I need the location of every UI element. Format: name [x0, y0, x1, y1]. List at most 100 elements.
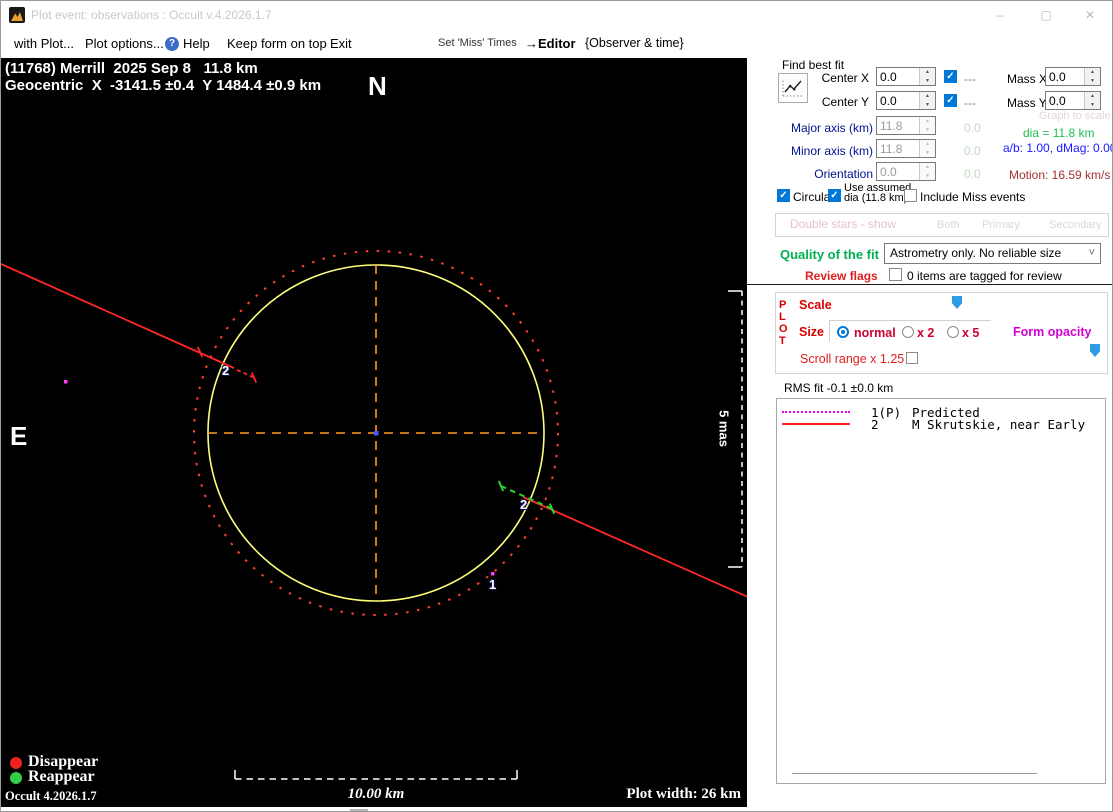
size-panel-border-left — [829, 320, 830, 342]
up-arrow-icon: ▲ — [920, 163, 935, 172]
menu-bar: with Plot... Plot options... ? Help Keep… — [1, 29, 747, 59]
double-stars-primary: Primary — [982, 219, 1020, 231]
quality-label: Quality of the fit — [780, 247, 879, 262]
center-x-spinner[interactable]: ▲▼ — [919, 68, 935, 85]
plot-area[interactable]: (11768) Merrill 2025 Sep 8 11.8 km Geoce… — [1, 58, 747, 807]
reappear-dot-icon — [10, 772, 22, 784]
up-arrow-icon: ▲ — [920, 92, 935, 101]
menu-editor[interactable]: →Editor — [525, 29, 576, 58]
occult-plot-window: Plot event: observations : Occult v.4.20… — [0, 0, 1113, 812]
orientation-ghost: 0.0 — [964, 167, 981, 181]
center-y-input[interactable]: 0.0 ▲▼ — [876, 91, 936, 110]
down-arrow-icon: ▼ — [1085, 77, 1100, 86]
km-scale-label: 10.00 km — [341, 786, 411, 803]
up-arrow-icon: ▲ — [1085, 92, 1100, 101]
occult-version: Occult 4.2026.1.7 — [5, 789, 97, 804]
size-x2-label: x 2 — [917, 326, 934, 340]
center-y-dash: --- — [964, 96, 976, 110]
minimize-button[interactable]: – — [977, 1, 1023, 29]
listbox-bottom-line — [792, 773, 1037, 774]
review-flags-label: Review flags — [805, 269, 878, 283]
plot-horizontal-scrollbar[interactable] — [1, 807, 747, 812]
dia-label: dia = 11.8 km — [1023, 126, 1094, 140]
down-arrow-icon: ▼ — [920, 77, 935, 86]
menu-observer-time[interactable]: {Observer & time} — [585, 29, 684, 58]
menu-keep-on-top[interactable]: Keep form on top — [227, 29, 327, 58]
mass-x-input[interactable]: 0.0 ▲▼ — [1045, 67, 1101, 86]
use-assumed-label: Use assumeddia (11.8 km) — [844, 183, 911, 203]
center-y-checkbox[interactable]: ✓ — [944, 94, 957, 107]
include-miss-checkbox[interactable] — [904, 189, 917, 202]
orientation-label: Orientation — [783, 167, 873, 181]
include-miss-label: Include Miss events — [920, 190, 1025, 204]
down-arrow-icon: ▼ — [1085, 101, 1100, 110]
double-stars-both: Both — [937, 219, 960, 231]
double-stars-secondary: Secondary — [1049, 219, 1102, 231]
mass-y-spinner[interactable]: ▲▼ — [1084, 92, 1100, 109]
double-stars-label: Double stars - show — [790, 217, 896, 231]
center-marker — [374, 431, 379, 436]
size-x2-radio[interactable] — [902, 326, 914, 338]
minor-axis-input: 11.8 ▲▼ — [876, 139, 936, 158]
scale-label: Scale — [799, 298, 832, 312]
event-row-num[interactable]: 2 — [871, 417, 879, 432]
mountain-icon — [11, 12, 23, 21]
help-icon[interactable]: ? — [165, 37, 179, 51]
motion-label: Motion: 16.59 km/s — [1009, 168, 1110, 182]
chevron-down-icon: ˅ — [1089, 244, 1095, 263]
center-y-label: Center Y — [801, 95, 869, 109]
review-flags-text: 0 items are tagged for review — [907, 269, 1062, 283]
circular-checkbox[interactable]: ✓ — [777, 189, 790, 202]
event-row-name[interactable]: M Skrutskie, near Early — [912, 417, 1085, 432]
major-axis-ghost: 0.0 — [964, 121, 981, 135]
scroll-range-checkbox[interactable] — [906, 352, 918, 364]
down-arrow-icon: ▼ — [920, 101, 935, 110]
mass-x-spinner[interactable]: ▲▼ — [1084, 68, 1100, 85]
center-x-label: Center X — [801, 71, 869, 85]
events-listbox[interactable]: 1(P) Predicted 2 M Skrutskie, near Early — [776, 398, 1106, 784]
size-normal-radio[interactable] — [837, 326, 849, 338]
chord2-label-disappear: 2 — [222, 363, 229, 378]
up-arrow-icon: ▲ — [1085, 68, 1100, 77]
close-button[interactable]: ✕ — [1067, 1, 1113, 29]
minor-axis-ghost: 0.0 — [964, 144, 981, 158]
size-x5-label: x 5 — [962, 326, 979, 340]
menu-help[interactable]: Help — [183, 29, 210, 58]
size-x5-radio[interactable] — [947, 326, 959, 338]
center-x-input[interactable]: 0.0 ▲▼ — [876, 67, 936, 86]
menu-set-miss-times[interactable]: Set 'Miss' Times — [438, 29, 517, 58]
mass-y-input[interactable]: 0.0 ▲▼ — [1045, 91, 1101, 110]
menu-exit[interactable]: Exit — [330, 29, 352, 58]
plot-geocentric: Geocentric X -3141.5 ±0.4 Y 1484.4 ±0.9 … — [5, 77, 321, 94]
chord2-path-left — [1, 264, 234, 368]
mas-scale-label: 5 mas — [717, 407, 732, 451]
quality-dropdown[interactable]: Astrometry only. No reliable size ˅ — [884, 243, 1101, 264]
size-panel-border-top — [829, 320, 991, 321]
down-arrow-icon: ▼ — [920, 126, 935, 135]
app-icon — [9, 7, 25, 23]
menu-with-plot[interactable]: with Plot... — [14, 29, 74, 58]
menu-plot-options[interactable]: Plot options... — [85, 29, 164, 58]
window-title: Plot event: observations : Occult v.4.20… — [31, 8, 272, 22]
center-y-spinner[interactable]: ▲▼ — [919, 92, 935, 109]
title-bar: Plot event: observations : Occult v.4.20… — [1, 1, 1112, 29]
maximize-button[interactable]: ▢ — [1023, 1, 1069, 29]
predicted-dot-1 — [64, 380, 68, 384]
plot-letters: P L O T — [779, 299, 788, 347]
occultation-plot-canvas[interactable] — [1, 58, 747, 807]
use-assumed-checkbox[interactable]: ✓ — [828, 189, 841, 202]
up-arrow-icon: ▲ — [920, 68, 935, 77]
ab-dmag-label: a/b: 1.00, dMag: 0.00 — [1003, 141, 1113, 155]
east-label: E — [10, 421, 27, 452]
center-x-checkbox[interactable]: ✓ — [944, 70, 957, 83]
major-axis-label: Major axis (km) — [783, 121, 873, 135]
disappear-dot-icon — [10, 757, 22, 769]
predicted-dot-2 — [491, 572, 495, 576]
mass-y-label: Mass Y — [1007, 96, 1047, 110]
down-arrow-icon: ▼ — [920, 149, 935, 158]
chord1-label: 1 — [489, 577, 496, 592]
center-x-dash: --- — [964, 72, 976, 86]
review-flags-checkbox[interactable] — [889, 268, 902, 281]
rms-fit-label: RMS fit -0.1 ±0.0 km — [784, 381, 893, 395]
orientation-input: 0.0 ▲▼ — [876, 162, 936, 181]
